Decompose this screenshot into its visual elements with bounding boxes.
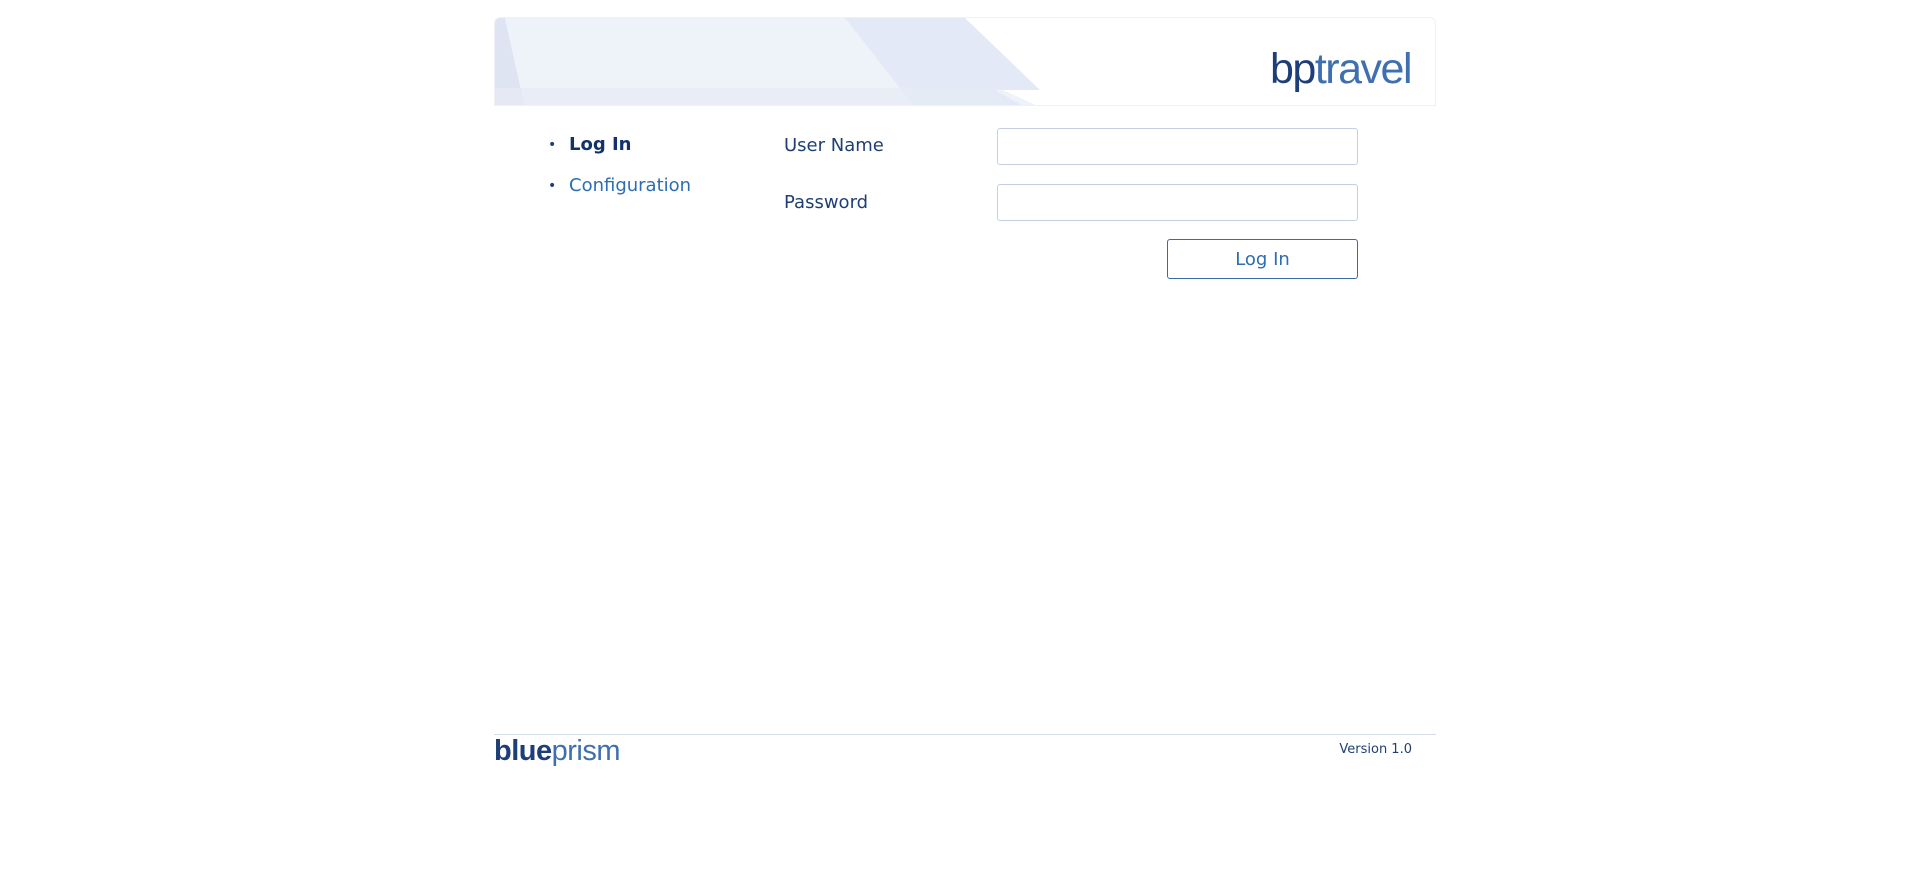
- username-label: User Name: [784, 135, 884, 156]
- bullet-icon: •: [548, 137, 557, 153]
- nav-item-log-in[interactable]: • Log In: [548, 133, 691, 174]
- nav-item-label[interactable]: Configuration: [569, 175, 691, 196]
- password-input[interactable]: [997, 184, 1358, 221]
- password-label: Password: [784, 192, 869, 213]
- side-nav: • Log In • Configuration: [548, 133, 691, 215]
- bptravel-logo: bptravel: [1270, 45, 1413, 93]
- page-container: bptravel • Log In • Configuration User N…: [494, 17, 1436, 767]
- username-input[interactable]: [997, 128, 1358, 165]
- bullet-icon: •: [548, 178, 557, 194]
- log-in-button[interactable]: Log In: [1167, 239, 1358, 279]
- header-banner: bptravel: [494, 17, 1436, 106]
- version-label: Version 1.0: [1339, 742, 1412, 757]
- footer-divider: [494, 734, 1436, 735]
- nav-item-configuration[interactable]: • Configuration: [548, 174, 691, 215]
- nav-item-label[interactable]: Log In: [569, 134, 632, 155]
- blueprism-logo: blueprism: [494, 735, 621, 767]
